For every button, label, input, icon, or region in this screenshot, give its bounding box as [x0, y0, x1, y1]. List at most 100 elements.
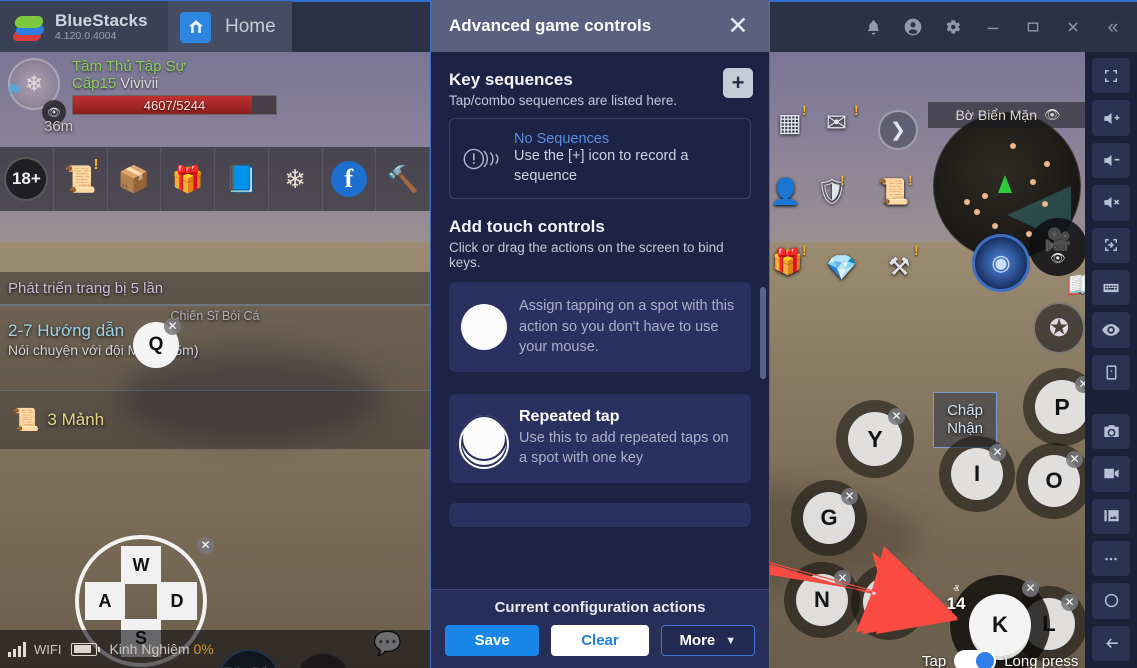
add-sequence-button[interactable]: + — [723, 68, 753, 98]
key-binding-d[interactable]: D — [157, 582, 197, 620]
gesture-alert-icon — [460, 146, 504, 172]
add-touch-controls-subtitle: Click or drag the actions on the screen … — [449, 240, 751, 270]
network-label: WIFI — [34, 642, 61, 657]
checklist-book-icon[interactable]: 📘 — [215, 147, 269, 211]
bluestacks-logo-icon — [12, 12, 46, 42]
quest-scroll-icon[interactable]: 📜 — [878, 178, 909, 207]
key-sequences-subtitle: Tap/combo sequences are listed here. — [449, 93, 751, 108]
repeat-count-stepper[interactable]: ⱏ 14 ⱟ — [940, 584, 972, 624]
remove-binding-icon[interactable]: ✕ — [834, 570, 851, 587]
player-class: Tầm Thủ Tập Sự — [72, 58, 277, 75]
repeat-count-value: 14 — [940, 594, 972, 614]
save-button[interactable]: Save — [445, 625, 539, 656]
camera-toggle-button[interactable]: 🎥 👁 — [1029, 218, 1087, 276]
quest-reward: 3 Mảnh — [47, 410, 104, 430]
treasure-chest-icon[interactable]: 🎁 — [161, 147, 215, 211]
minimize-button[interactable] — [973, 1, 1013, 53]
tab-home[interactable]: Home — [168, 1, 292, 53]
banner-icon[interactable]: 📜! — [54, 147, 108, 211]
remove-binding-icon[interactable]: ✕ — [1061, 594, 1078, 611]
screenshot-camera-icon[interactable] — [1092, 414, 1130, 449]
close-icon[interactable]: ✕ — [721, 9, 755, 43]
forge-icon[interactable]: ⚒ — [888, 252, 910, 282]
minimap-player-marker — [998, 175, 1012, 193]
quest-panel[interactable]: Chiến Sĩ Bói Cá 2-7 Hướng dẫn Nói chuyện… — [0, 304, 430, 391]
media-gallery-icon[interactable] — [1092, 499, 1130, 534]
no-sequences-box: No Sequences Use the [+] icon to record … — [449, 118, 751, 199]
dialog-title: Advanced game controls — [449, 16, 721, 36]
remove-binding-icon[interactable]: ✕ — [1022, 580, 1039, 597]
app-version: 4.120.0.4004 — [55, 31, 148, 42]
touch-control-card-tap-spot[interactable]: Assign tapping on a spot with this actio… — [449, 282, 751, 372]
dialog-scrollbar[interactable] — [760, 287, 766, 379]
device-icon[interactable] — [1092, 355, 1130, 390]
fullscreen-icon[interactable] — [1092, 58, 1130, 93]
repeat-increment-icon[interactable]: ⱏ — [940, 584, 972, 594]
gift-icon[interactable]: 🎁 — [772, 248, 803, 277]
collapse-sidebar-button[interactable]: « — [1093, 1, 1133, 53]
account-avatar-icon[interactable] — [893, 1, 933, 53]
clear-button[interactable]: Clear — [551, 625, 648, 656]
more-button[interactable]: More ▼ — [661, 625, 755, 656]
quest-objective: Phát triển trang bị 5 lần — [0, 280, 163, 297]
next-page-arrow-icon[interactable]: ❯ — [878, 110, 918, 150]
close-button[interactable] — [1053, 1, 1093, 53]
eye-icon[interactable] — [1092, 312, 1130, 347]
key-binding-label: Q — [149, 334, 164, 356]
rotate-icon[interactable] — [1092, 228, 1130, 263]
volume-down-icon[interactable] — [1092, 143, 1130, 178]
remove-binding-icon[interactable]: ✕ — [164, 318, 181, 335]
location-name: Bờ Biển Mặn — [955, 107, 1037, 123]
touch-control-card-repeated-tap[interactable]: Repeated tap Use this to add repeated ta… — [449, 394, 751, 483]
tap-mode-label: Tap — [922, 653, 946, 668]
facebook-icon[interactable]: f — [323, 147, 377, 211]
maximize-button[interactable] — [1013, 1, 1053, 53]
target-distance: 36m — [44, 118, 73, 135]
repeated-tap-key-label: K — [969, 594, 1031, 656]
keyboard-icon[interactable] — [1092, 270, 1130, 305]
bluestacks-window: BlueStacks 4.120.0.4004 Home « ❄ Tầm Thủ… — [0, 0, 1137, 668]
signal-bars-icon — [8, 642, 26, 657]
key-binding-label: D — [171, 591, 184, 612]
tap-spot-icon — [461, 304, 507, 350]
remove-binding-icon[interactable]: ✕ — [197, 537, 214, 554]
video-record-icon[interactable] — [1092, 456, 1130, 491]
age-rating-badge[interactable]: 18+ — [0, 147, 54, 211]
mode-toggle-switch[interactable] — [954, 650, 996, 668]
volume-mute-icon[interactable] — [1092, 185, 1130, 220]
volume-up-icon[interactable] — [1092, 100, 1130, 135]
player-name: Vivivii — [120, 75, 158, 92]
more-options-icon[interactable] — [1092, 541, 1130, 576]
tap-spot-description: Assign tapping on a spot with this actio… — [519, 296, 739, 358]
chest-open-icon[interactable]: 📦 — [108, 147, 162, 211]
repeat-decrement-icon[interactable]: ⱟ — [940, 614, 972, 624]
character-icon[interactable]: 👤 — [770, 178, 801, 207]
quest-description: Nói chuyện với đội Minh (95m) — [8, 341, 422, 360]
exp-value: 0% — [193, 641, 213, 657]
minimap-location-label: Bờ Biển Mặn 👁 — [928, 102, 1088, 128]
home-circle-icon[interactable] — [1092, 583, 1130, 618]
notifications-bell-icon[interactable] — [853, 1, 893, 53]
accept-label-line1: Chấp — [947, 402, 983, 420]
remove-binding-icon[interactable]: ✕ — [901, 572, 918, 589]
tap-longpress-toggle[interactable]: Tap Long press — [922, 650, 1078, 668]
snowflake-icon[interactable]: ❄ — [269, 147, 323, 211]
compass-icon[interactable]: ✪ — [1033, 302, 1085, 354]
skill-orb-button[interactable]: ◉ — [972, 234, 1030, 292]
key-binding-a[interactable]: A — [85, 582, 125, 620]
remove-binding-icon[interactable]: ✕ — [841, 488, 858, 505]
repeated-tap-title: Repeated tap — [519, 408, 739, 426]
gem-bag-icon[interactable]: 💎 — [826, 254, 857, 283]
grid-menu-icon[interactable]: ▦ — [778, 108, 802, 138]
back-arrow-icon[interactable] — [1092, 626, 1130, 661]
mail-icon[interactable]: ✉ — [826, 108, 847, 138]
remove-binding-icon[interactable]: ✕ — [989, 444, 1006, 461]
remove-binding-icon[interactable]: ✕ — [1066, 451, 1083, 468]
wrench-icon[interactable]: 🔨 — [376, 147, 430, 211]
remove-binding-icon[interactable]: ✕ — [888, 408, 905, 425]
touch-control-card-next[interactable] — [449, 503, 751, 527]
key-binding-w[interactable]: W — [121, 546, 161, 584]
repeated-tap-icon — [461, 415, 507, 461]
settings-gear-icon[interactable] — [933, 1, 973, 53]
health-bar: 4607/5244 — [72, 95, 277, 115]
